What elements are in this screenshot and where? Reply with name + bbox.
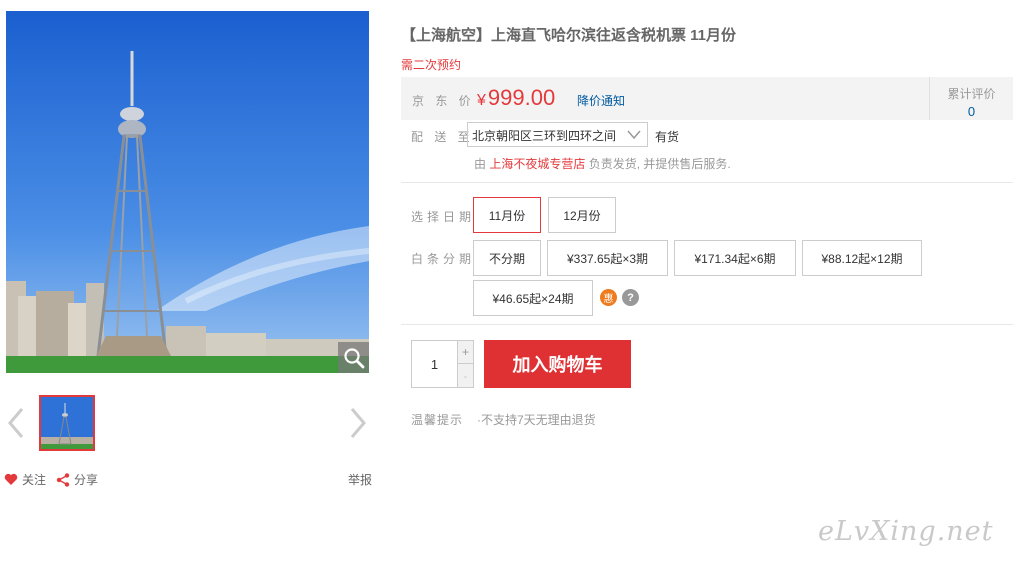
review-label: 累计评价 — [947, 87, 996, 101]
follow-label: 关注 — [22, 473, 47, 487]
report-link[interactable]: 举报 — [348, 471, 372, 488]
installment-label: 白条分期 — [411, 252, 476, 266]
share-icon — [56, 472, 70, 487]
installment-option-none[interactable]: 不分期 — [473, 240, 541, 276]
heart-icon — [4, 473, 18, 485]
thumbnail-strip — [0, 395, 376, 453]
follow-button[interactable]: 关注 — [4, 471, 46, 488]
price-drop-notify-link[interactable]: 降价通知 — [577, 92, 625, 109]
tips-text: ·不支持7天无理由退货 — [477, 413, 596, 427]
divider — [401, 182, 1013, 183]
stock-status: 有货 — [655, 130, 680, 144]
share-label: 分享 — [74, 473, 99, 487]
chevron-left-icon — [8, 408, 24, 438]
delivery-location-value: 北京朝阳区三环到四环之间 — [472, 129, 617, 143]
ship-suffix: 负责发货, 并提供售后服务. — [588, 157, 731, 171]
review-summary[interactable]: 累计评价 0 — [929, 77, 1013, 120]
price-section: 京 东 价 ¥999.00 降价通知 累计评价 0 — [401, 77, 1013, 120]
tips-label: 温馨提示 — [411, 413, 464, 427]
review-count[interactable]: 0 — [930, 104, 1013, 119]
shipping-info: 由 上海不夜城专营店 负责发货, 并提供售后服务. — [474, 155, 731, 172]
help-icon[interactable]: ? — [622, 289, 639, 306]
quantity-stepper: 1 + - — [411, 340, 474, 388]
quantity-increase-button[interactable]: + — [457, 341, 473, 364]
zoom-icon — [343, 347, 364, 368]
discount-badge-icon: 惠 — [600, 289, 617, 306]
chevron-down-icon — [627, 130, 641, 140]
ship-prefix: 由 — [474, 157, 487, 171]
next-thumbnail-button[interactable] — [346, 403, 370, 443]
delivery-label: 配 送 至 — [411, 130, 474, 144]
installment-option-6[interactable]: ¥171.34起×6期 — [674, 240, 796, 276]
share-button[interactable]: 分享 — [56, 471, 98, 488]
price-amount: 999.00 — [487, 85, 556, 110]
date-option-dec[interactable]: 12月份 — [548, 197, 616, 233]
zoom-button[interactable] — [338, 342, 369, 373]
price-label: 京 东 价 — [412, 94, 475, 108]
installment-option-24[interactable]: ¥46.65起×24期 — [473, 280, 593, 316]
store-link[interactable]: 上海不夜城专营店 — [489, 157, 585, 171]
installment-option-12[interactable]: ¥88.12起×12期 — [802, 240, 922, 276]
quantity-input[interactable]: 1 — [412, 341, 457, 387]
reservation-notice: 需二次预约 — [401, 58, 462, 72]
divider — [401, 324, 1013, 325]
product-main-image[interactable] — [6, 11, 369, 373]
installment-option-3[interactable]: ¥337.65起×3期 — [547, 240, 668, 276]
quantity-decrease-button[interactable]: - — [457, 364, 473, 387]
currency-symbol: ¥ — [477, 92, 486, 109]
delivery-location-select[interactable]: 北京朝阳区三环到四环之间 — [467, 122, 648, 147]
thumbnail-item[interactable] — [39, 395, 95, 451]
watermark: eLvXing.net — [818, 516, 994, 547]
product-utility-bar: 关注 分享 举报 — [4, 471, 372, 489]
price-value: ¥999.00 — [477, 85, 555, 111]
product-title: 【上海航空】上海直飞哈尔滨往返含税机票 11月份 — [401, 27, 737, 44]
add-to-cart-button[interactable]: 加入购物车 — [484, 340, 631, 388]
chevron-right-icon — [350, 408, 366, 438]
date-option-nov[interactable]: 11月份 — [473, 197, 541, 233]
date-label: 选择日期 — [411, 210, 476, 224]
prev-thumbnail-button[interactable] — [4, 403, 28, 443]
